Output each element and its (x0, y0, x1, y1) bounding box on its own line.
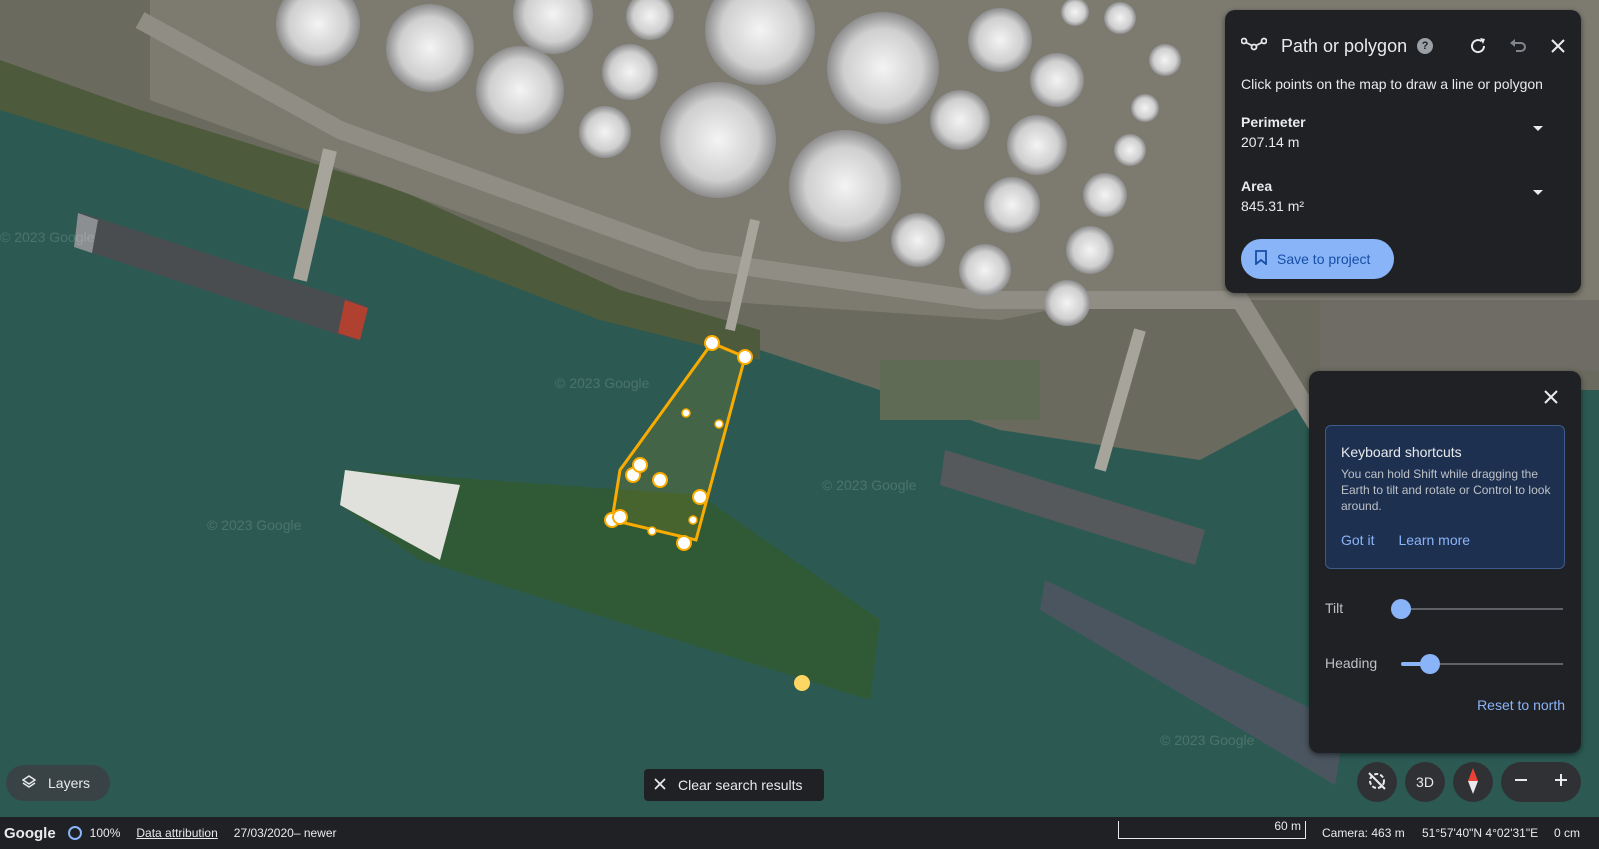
tilt-toggle-button[interactable] (1357, 762, 1397, 802)
layers-icon (21, 774, 37, 792)
data-attribution-link[interactable]: Data attribution (136, 826, 217, 840)
polygon-vertex[interactable] (652, 472, 668, 488)
close-icon[interactable] (1547, 35, 1569, 57)
help-icon[interactable]: ? (1417, 38, 1434, 54)
watermark: © 2023 Google (555, 375, 650, 391)
polygon-midpoint[interactable] (681, 408, 691, 418)
shortcuts-title: Keyboard shortcuts (1341, 444, 1462, 460)
learn-more-link[interactable]: Learn more (1398, 532, 1470, 548)
polygon-midpoint[interactable] (714, 419, 724, 429)
layers-button[interactable]: Layers (6, 765, 110, 801)
heading-slider[interactable]: Heading (1325, 652, 1565, 676)
path-polygon-panel: Path or polygon ? Click points on the ma… (1225, 10, 1581, 293)
layers-label: Layers (48, 775, 91, 791)
chevron-down-icon[interactable] (1533, 190, 1543, 195)
zoom-controls (1501, 762, 1581, 802)
loading-percent: 100% (89, 826, 121, 840)
zoom-out-icon[interactable] (1513, 772, 1529, 793)
zoom-in-icon[interactable] (1553, 772, 1569, 793)
loading-ring-icon (67, 826, 82, 840)
polygon-midpoint[interactable] (688, 515, 698, 525)
tilt-thumb[interactable] (1391, 599, 1411, 619)
camera-altitude: Camera: 463 m (1322, 826, 1405, 840)
watermark: © 2023 Google (822, 477, 917, 493)
imagery-date: 27/03/2020– newer (233, 826, 337, 840)
scale-bar: 60 m (1118, 819, 1306, 839)
polygon-vertex[interactable] (676, 535, 692, 551)
navigation-panel: Keyboard shortcuts You can hold Shift wh… (1309, 371, 1581, 753)
tilt-slider[interactable]: Tilt (1325, 597, 1565, 621)
3d-button[interactable]: 3D (1405, 762, 1445, 802)
loading-indicator: 100% (67, 826, 121, 840)
heading-thumb[interactable] (1420, 654, 1441, 674)
polygon-vertex[interactable] (632, 457, 648, 473)
google-logo: Google (4, 824, 56, 842)
polygon-vertex[interactable] (692, 489, 708, 505)
area-value: 845.31 m² (1241, 198, 1305, 214)
save-to-project-button[interactable]: Save to project (1241, 239, 1394, 279)
clear-search-results-button[interactable]: Clear search results (644, 769, 824, 801)
compass-icon (1466, 766, 1480, 799)
tilt-track[interactable] (1401, 608, 1563, 610)
panel-title: Path or polygon (1281, 35, 1408, 56)
close-icon (654, 777, 666, 793)
polygon-vertex[interactable] (704, 335, 720, 351)
coordinates: 51°57'40"N 4°02'31"E (1422, 826, 1539, 840)
scale-label: 60 m (1274, 819, 1301, 833)
panel-header: Path or polygon ? (1240, 34, 1569, 58)
perimeter-value: 207.14 m (1241, 134, 1300, 150)
compass-button[interactable] (1453, 762, 1493, 802)
chevron-down-icon[interactable] (1533, 126, 1543, 131)
keyboard-shortcuts-card: Keyboard shortcuts You can hold Shift wh… (1325, 425, 1565, 569)
refresh-icon[interactable] (1467, 35, 1489, 57)
area-label: Area (1241, 178, 1273, 194)
watermark: © 2023 Google (1160, 732, 1255, 748)
instruction-text: Click points on the map to draw a line o… (1241, 76, 1543, 92)
heading-label: Heading (1325, 655, 1378, 671)
save-label: Save to project (1277, 251, 1371, 267)
polygon-vertex[interactable] (737, 349, 753, 365)
status-bar: Google 100% Data attribution 27/03/2020–… (0, 817, 1599, 849)
watermark: © 2023 Google (207, 517, 302, 533)
polygon-midpoint[interactable] (647, 526, 657, 536)
perimeter-label: Perimeter (1241, 114, 1306, 130)
undo-icon[interactable] (1507, 35, 1529, 57)
reset-to-north-button[interactable]: Reset to north (1477, 697, 1565, 713)
area-section[interactable]: Area 845.31 m² (1241, 178, 1571, 214)
clear-label: Clear search results (678, 777, 803, 793)
bookmark-icon (1255, 250, 1267, 268)
tilt-label: Tilt (1325, 600, 1344, 616)
no-tilt-icon (1366, 770, 1388, 795)
shortcuts-text: You can hold Shift while dragging the Ea… (1341, 467, 1551, 513)
watermark: © 2023 Google (0, 229, 95, 245)
elevation: 0 cm (1554, 826, 1581, 840)
perimeter-section[interactable]: Perimeter 207.14 m (1241, 114, 1571, 150)
got-it-button[interactable]: Got it (1341, 532, 1374, 548)
path-icon (1240, 36, 1268, 57)
close-icon[interactable] (1543, 389, 1563, 409)
location-marker[interactable] (794, 675, 810, 691)
polygon-vertex[interactable] (612, 509, 628, 525)
